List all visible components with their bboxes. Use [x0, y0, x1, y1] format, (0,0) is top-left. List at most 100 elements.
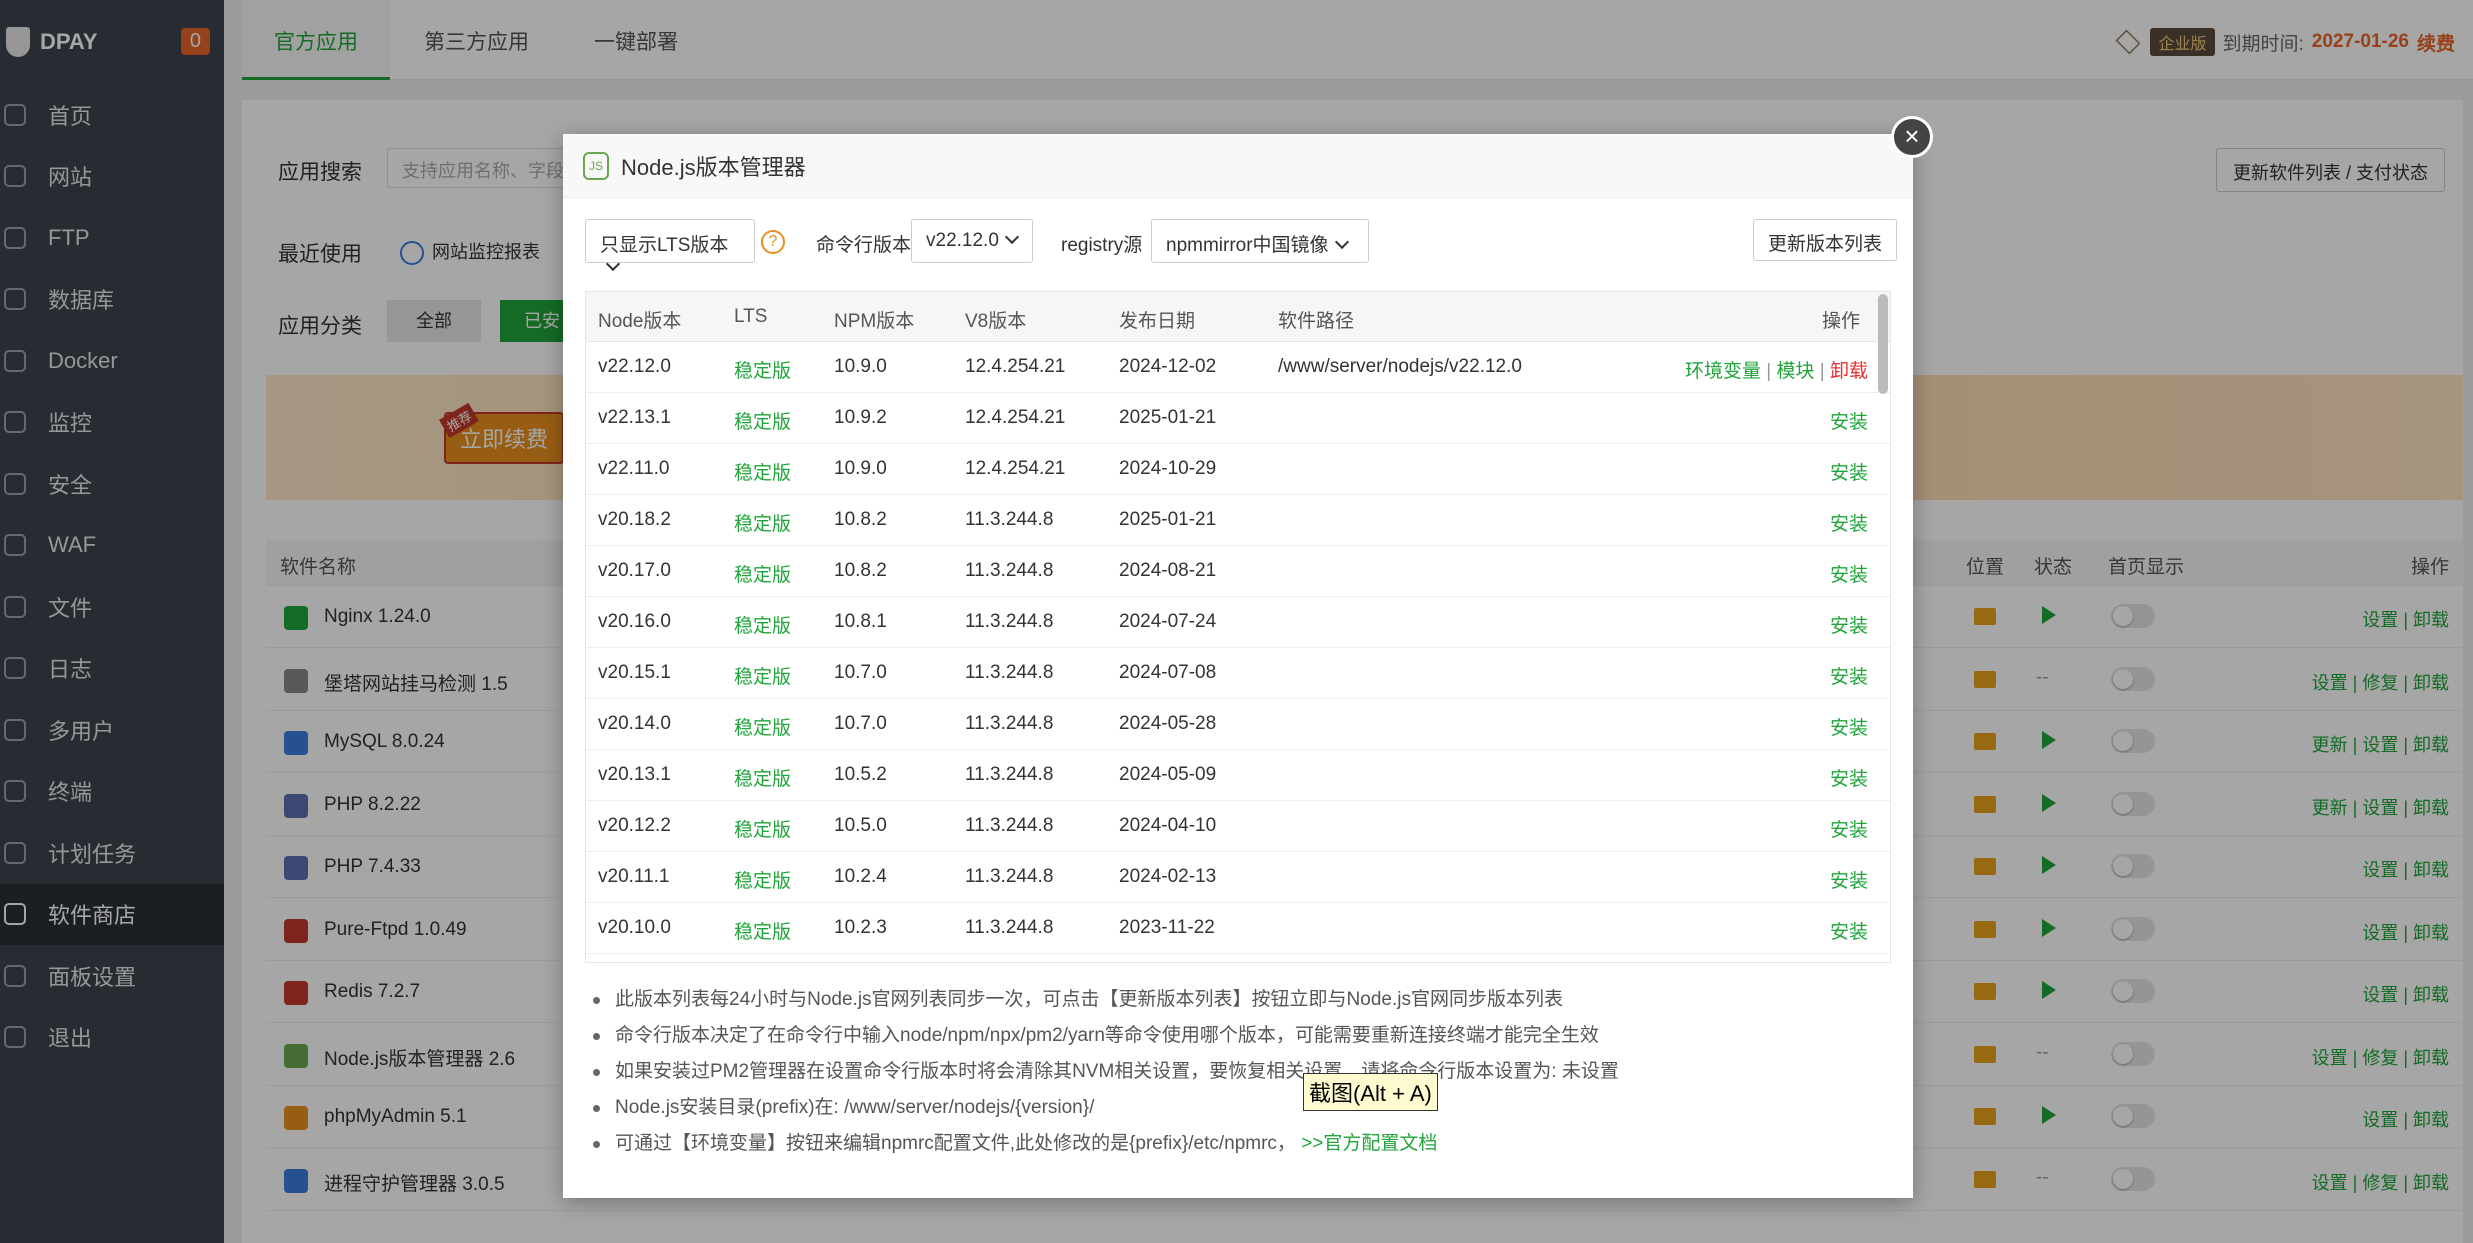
- npm-version: 10.7.0: [834, 713, 887, 734]
- version-row: v22.11.0 稳定版 10.9.0 12.4.254.21 2024-10-…: [586, 444, 1890, 495]
- env-vars-link[interactable]: 环境变量: [1685, 361, 1761, 382]
- note-item: 此版本列表每24小时与Node.js官网列表同步一次，可点击【更新版本列表】按钮…: [587, 982, 1893, 1018]
- install-link[interactable]: 安装: [1830, 560, 1868, 587]
- lts-badge: 稳定版: [734, 514, 792, 535]
- npm-version: 10.9.0: [834, 458, 887, 479]
- version-row: v20.13.1 稳定版 10.5.2 11.3.244.8 2024-05-0…: [586, 750, 1890, 801]
- install-link[interactable]: 安装: [1830, 764, 1868, 791]
- lts-badge: 稳定版: [734, 667, 792, 688]
- cli-version-value: v22.12.0: [926, 230, 999, 251]
- help-icon[interactable]: ?: [761, 230, 785, 254]
- node-version: v20.16.0: [598, 611, 671, 632]
- official-docs-link[interactable]: >>官方配置文档: [1301, 1133, 1437, 1154]
- install-link[interactable]: 安装: [1830, 458, 1868, 485]
- version-row: v20.10.0 稳定版 10.2.3 11.3.244.8 2023-11-2…: [586, 903, 1890, 954]
- release-date: 2024-04-10: [1119, 815, 1217, 836]
- install-link[interactable]: 安装: [1830, 713, 1868, 740]
- chevron-down-icon: [605, 256, 621, 272]
- lts-badge: 稳定版: [734, 769, 792, 790]
- cli-version-label: 命令行版本: [816, 235, 912, 256]
- install-link[interactable]: 安装: [1830, 815, 1868, 842]
- release-date: 2024-05-28: [1119, 713, 1217, 734]
- v8-version: 11.3.244.8: [965, 662, 1054, 683]
- node-version: v22.12.0: [598, 356, 671, 377]
- registry-select[interactable]: npmmirror中国镜像: [1151, 219, 1369, 263]
- lts-filter-select[interactable]: 只显示LTS版本: [585, 219, 755, 272]
- nodejs-version-manager-dialog: JS Node.js版本管理器 × 只显示LTS版本 ? 命令行版本 v22.1…: [563, 116, 1933, 1198]
- version-row: v20.17.0 稳定版 10.8.2 11.3.244.8 2024-08-2…: [586, 546, 1890, 597]
- version-row: v20.16.0 稳定版 10.8.1 11.3.244.8 2024-07-2…: [586, 597, 1890, 648]
- col-v8-version: V8版本: [965, 311, 1027, 332]
- screenshot-tooltip: 截图(Alt + A): [1303, 1073, 1438, 1111]
- node-version: v20.12.2: [598, 815, 671, 836]
- version-row: v20.11.1 稳定版 10.2.4 11.3.244.8 2024-02-1…: [586, 852, 1890, 903]
- version-row: v22.12.0 稳定版 10.9.0 12.4.254.21 2024-12-…: [586, 342, 1890, 393]
- release-date: 2024-07-24: [1119, 611, 1217, 632]
- modules-link[interactable]: 模块: [1776, 361, 1814, 382]
- lts-badge: 稳定版: [734, 820, 792, 841]
- release-date: 2024-07-08: [1119, 662, 1217, 683]
- note-text: 如果安装过PM2管理器在设置命令行版本时将会清除其NVM相关设置，要恢复相关设置…: [615, 1061, 1619, 1082]
- npm-version: 10.2.3: [834, 917, 887, 938]
- npm-version: 10.5.2: [834, 764, 887, 785]
- v8-version: 11.3.244.8: [965, 560, 1054, 581]
- lts-badge: 稳定版: [734, 463, 792, 484]
- v8-version: 11.3.244.8: [965, 815, 1054, 836]
- version-row: v20.15.1 稳定版 10.7.0 11.3.244.8 2024-07-0…: [586, 648, 1890, 699]
- note-item: 命令行版本决定了在命令行中输入node/npm/npx/pm2/yarn等命令使…: [587, 1018, 1893, 1054]
- version-row: v22.13.1 稳定版 10.9.2 12.4.254.21 2025-01-…: [586, 393, 1890, 444]
- lts-badge: 稳定版: [734, 718, 792, 739]
- v8-version: 11.3.244.8: [965, 713, 1054, 734]
- npm-version: 10.8.2: [834, 509, 887, 530]
- v8-version: 11.3.244.8: [965, 611, 1054, 632]
- update-version-list-button[interactable]: 更新版本列表: [1753, 219, 1898, 261]
- v8-version: 11.3.244.8: [965, 764, 1054, 785]
- version-rows: v22.12.0 稳定版 10.9.0 12.4.254.21 2024-12-…: [586, 342, 1890, 954]
- close-icon[interactable]: ×: [1891, 116, 1933, 158]
- release-date: 2025-01-21: [1119, 509, 1217, 530]
- version-row: v20.12.2 稳定版 10.5.0 11.3.244.8 2024-04-1…: [586, 801, 1890, 852]
- v8-version: 12.4.254.21: [965, 407, 1066, 428]
- v8-version: 11.3.244.8: [965, 866, 1054, 887]
- cli-version-select[interactable]: v22.12.0: [911, 219, 1033, 263]
- lts-badge: 稳定版: [734, 565, 792, 586]
- chevron-down-icon: [1004, 229, 1019, 245]
- separator: |: [1819, 361, 1825, 382]
- install-link[interactable]: 安装: [1830, 866, 1868, 893]
- install-link[interactable]: 安装: [1830, 611, 1868, 638]
- uninstall-link[interactable]: 卸载: [1830, 361, 1868, 382]
- col-path: 软件路径: [1278, 311, 1355, 332]
- install-link[interactable]: 安装: [1830, 407, 1868, 434]
- release-date: 2024-02-13: [1119, 866, 1217, 887]
- node-version: v20.18.2: [598, 509, 671, 530]
- install-link[interactable]: 安装: [1830, 509, 1868, 536]
- version-table: Node版本 LTS NPM版本 V8版本 发布日期 软件路径 操作 v22.1…: [585, 291, 1891, 963]
- lts-badge: 稳定版: [734, 871, 792, 892]
- note-text: 此版本列表每24小时与Node.js官网列表同步一次，可点击【更新版本列表】按钮…: [615, 989, 1563, 1010]
- release-date: 2024-05-09: [1119, 764, 1217, 785]
- npm-version: 10.2.4: [834, 866, 887, 887]
- lts-badge: 稳定版: [734, 412, 792, 433]
- install-link[interactable]: 安装: [1830, 917, 1868, 944]
- note-item: 如果安装过PM2管理器在设置命令行版本时将会清除其NVM相关设置，要恢复相关设置…: [587, 1054, 1893, 1090]
- node-version: v22.13.1: [598, 407, 671, 428]
- registry-label: registry源: [1061, 235, 1143, 256]
- scrollbar[interactable]: [1878, 294, 1888, 394]
- lts-badge: 稳定版: [734, 616, 792, 637]
- node-version: v20.17.0: [598, 560, 671, 581]
- chevron-down-icon: [1334, 234, 1349, 250]
- v8-version: 11.3.244.8: [965, 917, 1054, 938]
- registry-value: npmmirror中国镜像: [1166, 235, 1329, 256]
- lts-filter-value: 只显示LTS版本: [600, 235, 729, 256]
- lts-badge: 稳定版: [734, 361, 792, 382]
- node-version: v20.11.1: [598, 866, 670, 887]
- release-date: 2025-01-21: [1119, 407, 1217, 428]
- notes-list: 此版本列表每24小时与Node.js官网列表同步一次，可点击【更新版本列表】按钮…: [587, 982, 1893, 1162]
- release-date: 2023-11-22: [1119, 917, 1215, 938]
- v8-version: 12.4.254.21: [965, 356, 1066, 377]
- node-version: v22.11.0: [598, 458, 670, 479]
- install-link[interactable]: 安装: [1830, 662, 1868, 689]
- version-row: v20.18.2 稳定版 10.8.2 11.3.244.8 2025-01-2…: [586, 495, 1890, 546]
- npm-version: 10.7.0: [834, 662, 887, 683]
- col-npm-version: NPM版本: [834, 311, 915, 332]
